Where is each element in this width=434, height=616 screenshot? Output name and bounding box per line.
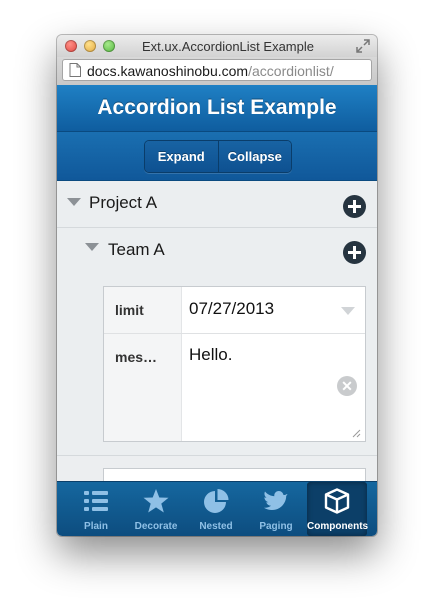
app-content: Accordion List Example Expand Collapse P… [57, 85, 377, 536]
collapse-button[interactable]: Collapse [217, 141, 291, 172]
message-field[interactable]: mes… Hello. ✕ [104, 334, 365, 441]
tab-plain-label: Plain [84, 521, 108, 532]
tab-decorate[interactable]: Decorate [126, 482, 186, 536]
zoom-window-button[interactable] [103, 40, 115, 52]
expand-collapse-segmented: Expand Collapse [144, 140, 292, 173]
app-header: Accordion List Example [57, 85, 377, 132]
message-label: mes… [104, 334, 182, 441]
project-label: Project A [89, 193, 158, 212]
tab-bar: Plain Decorate Nested Paging Components [57, 481, 377, 536]
accordion-list: Project A Team A limit 07/27/2013 mes… H… [57, 181, 377, 498]
tab-paging-label: Paging [259, 521, 293, 532]
title-bar: Ext.ux.AccordionList Example [57, 35, 377, 57]
limit-label-text: limit [115, 302, 144, 318]
url-field[interactable]: docs.kawanoshinobu.com/accordionlist/ [62, 59, 372, 81]
expand-button[interactable]: Expand [145, 141, 218, 172]
chevron-down-icon[interactable] [341, 307, 355, 315]
window-title: Ext.ux.AccordionList Example [142, 39, 314, 54]
add-circle-icon[interactable] [343, 195, 366, 218]
fullscreen-icon[interactable] [356, 39, 370, 53]
url-host: docs.kawanoshinobu.com [87, 63, 249, 79]
page-title: Accordion List Example [97, 96, 337, 119]
tab-nested-label: Nested [199, 521, 233, 532]
bird-icon [264, 491, 288, 510]
address-bar: docs.kawanoshinobu.com/accordionlist/ [57, 57, 377, 86]
tab-plain[interactable]: Plain [66, 482, 126, 536]
action-toolbar: Expand Collapse [57, 132, 377, 181]
message-label-text: mes… [115, 349, 158, 365]
add-circle-icon[interactable] [343, 241, 366, 264]
form-fieldset: limit 07/27/2013 mes… Hello. ✕ [103, 286, 366, 442]
expanded-triangle-icon [67, 198, 81, 206]
tab-decorate-label: Decorate [134, 521, 178, 532]
limit-date-value[interactable]: 07/27/2013 [189, 299, 274, 319]
tab-nested[interactable]: Nested [186, 482, 246, 536]
url-path: /accordionlist/ [248, 63, 334, 79]
expanded-triangle-icon [85, 243, 99, 251]
team-label: Team A [108, 240, 165, 259]
clear-icon[interactable]: ✕ [337, 376, 357, 396]
limit-field[interactable]: limit 07/27/2013 [104, 287, 365, 334]
browser-window: Ext.ux.AccordionList Example docs.kawano… [57, 35, 377, 536]
star-icon [143, 489, 169, 513]
tab-components-label: Components [307, 521, 369, 532]
tab-components[interactable]: Components [307, 482, 369, 536]
team-form-panel: limit 07/27/2013 mes… Hello. ✕ [57, 274, 377, 456]
list-item-team-a[interactable]: Team A [57, 228, 377, 275]
resize-handle-icon[interactable] [352, 429, 361, 438]
list-item-project-a[interactable]: Project A [57, 181, 377, 228]
url-text: docs.kawanoshinobu.com/accordionlist/ [87, 63, 334, 79]
pie-chart-icon [204, 489, 229, 513]
close-window-button[interactable] [65, 40, 77, 52]
limit-label: limit [104, 287, 182, 333]
box-icon [324, 488, 350, 514]
list-icon [84, 491, 108, 511]
page-icon [69, 63, 81, 77]
tab-paging[interactable]: Paging [246, 482, 306, 536]
minimize-window-button[interactable] [84, 40, 96, 52]
message-textarea[interactable]: Hello. [189, 345, 232, 365]
